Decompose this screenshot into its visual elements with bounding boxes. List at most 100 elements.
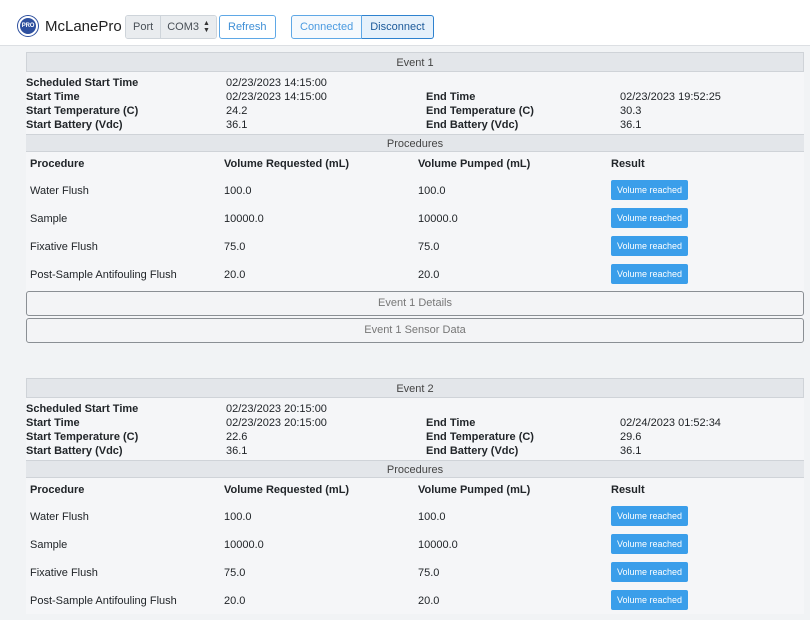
volume-pumped: 20.0 xyxy=(418,595,440,607)
connected-button[interactable]: Connected xyxy=(291,15,363,39)
volume-requested: 100.0 xyxy=(224,185,252,197)
procedure-name: Post-Sample Antifouling Flush xyxy=(30,595,177,607)
port-value: COM3 xyxy=(167,21,199,33)
connection-toggle: Connected Disconnect xyxy=(291,15,434,39)
col-procedure: Procedure xyxy=(30,484,85,496)
end-time-value: 02/24/2023 01:52:34 xyxy=(620,417,721,429)
procedure-name: Post-Sample Antifouling Flush xyxy=(30,269,177,281)
result-badge[interactable]: Volume reached xyxy=(611,562,689,582)
start-battery-label: Start Battery (Vdc) xyxy=(26,445,123,457)
table-row: Fixative Flush 75.0 75.0 Volume reached xyxy=(26,558,804,586)
col-volume-pumped: Volume Pumped (mL) xyxy=(418,484,531,496)
app-name: McLanePro xyxy=(45,17,122,35)
table-row: Fixative Flush 75.0 75.0 Volume reached xyxy=(26,232,804,260)
procedure-name: Sample xyxy=(30,213,68,225)
end-temperature-value: 29.6 xyxy=(620,431,642,443)
start-battery-value: 36.1 xyxy=(226,119,248,131)
info-row: Start Temperature (C) 22.6 End Temperatu… xyxy=(26,430,804,444)
volume-pumped: 100.0 xyxy=(418,185,446,197)
port-select[interactable]: COM3 ▲ ▼ xyxy=(161,16,216,38)
table-row: Post-Sample Antifouling Flush 20.0 20.0 … xyxy=(26,260,804,288)
procedure-name: Fixative Flush xyxy=(30,241,98,253)
start-time-value: 02/23/2023 20:15:00 xyxy=(226,417,327,429)
procedure-name: Water Flush xyxy=(30,511,89,523)
result-badge[interactable]: Volume reached xyxy=(611,506,689,526)
end-battery-label: End Battery (Vdc) xyxy=(426,445,519,457)
end-temperature-label: End Temperature (C) xyxy=(426,105,534,117)
info-row: Start Temperature (C) 24.2 End Temperatu… xyxy=(26,104,804,118)
volume-pumped: 75.0 xyxy=(418,567,440,579)
info-row: Scheduled Start Time 02/23/2023 14:15:00 xyxy=(26,76,804,90)
start-battery-value: 36.1 xyxy=(226,445,248,457)
result-badge[interactable]: Volume reached xyxy=(611,208,689,228)
info-row: Start Time 02/23/2023 14:15:00 End Time … xyxy=(26,90,804,104)
port-selector: Port COM3 ▲ ▼ xyxy=(125,15,217,39)
result-badge[interactable]: Volume reached xyxy=(611,264,689,284)
info-row: Start Time 02/23/2023 20:15:00 End Time … xyxy=(26,416,804,430)
event-panel-2: Event 2 Scheduled Start Time 02/23/2023 … xyxy=(26,378,804,614)
volume-requested: 20.0 xyxy=(224,595,246,607)
volume-pumped: 10000.0 xyxy=(418,539,458,551)
end-battery-value: 36.1 xyxy=(620,119,642,131)
start-time-label: Start Time xyxy=(26,91,80,103)
event-sensor-data-button[interactable]: Event 1 Sensor Data xyxy=(26,318,804,343)
col-result: Result xyxy=(611,484,645,496)
end-battery-value: 36.1 xyxy=(620,445,642,457)
procedures-title: Procedures xyxy=(26,134,804,152)
volume-requested: 10000.0 xyxy=(224,213,264,225)
start-temperature-value: 24.2 xyxy=(226,105,248,117)
volume-pumped: 20.0 xyxy=(418,269,440,281)
end-time-label: End Time xyxy=(426,417,476,429)
volume-requested: 20.0 xyxy=(224,269,246,281)
result-badge[interactable]: Volume reached xyxy=(611,590,689,610)
brand-logo-icon: PRO xyxy=(18,16,38,36)
table-row: Sample 10000.0 10000.0 Volume reached xyxy=(26,204,804,232)
brand: PRO McLanePro xyxy=(18,16,122,36)
col-result: Result xyxy=(611,158,645,170)
event-panel-1: Event 1 Scheduled Start Time 02/23/2023 … xyxy=(26,52,804,343)
volume-pumped: 75.0 xyxy=(418,241,440,253)
result-badge[interactable]: Volume reached xyxy=(611,534,689,554)
procedure-name: Water Flush xyxy=(30,185,89,197)
volume-requested: 75.0 xyxy=(224,241,246,253)
disconnect-button[interactable]: Disconnect xyxy=(362,15,434,39)
event-title: Event 1 xyxy=(26,52,804,72)
col-volume-requested: Volume Requested (mL) xyxy=(224,484,350,496)
end-battery-label: End Battery (Vdc) xyxy=(426,119,519,131)
select-arrows-icon: ▲ ▼ xyxy=(202,20,210,34)
volume-pumped: 100.0 xyxy=(418,511,446,523)
col-volume-requested: Volume Requested (mL) xyxy=(224,158,350,170)
end-time-value: 02/23/2023 19:52:25 xyxy=(620,91,721,103)
port-label: Port xyxy=(126,16,162,38)
info-row: Start Battery (Vdc) 36.1 End Battery (Vd… xyxy=(26,118,804,132)
event-title: Event 2 xyxy=(26,378,804,398)
volume-pumped: 10000.0 xyxy=(418,213,458,225)
top-bar: PRO McLanePro Port COM3 ▲ ▼ Refresh Conne… xyxy=(0,0,810,46)
table-row: Sample 10000.0 10000.0 Volume reached xyxy=(26,530,804,558)
volume-requested: 100.0 xyxy=(224,511,252,523)
procedure-name: Fixative Flush xyxy=(30,567,98,579)
start-time-value: 02/23/2023 14:15:00 xyxy=(226,91,327,103)
scheduled-start-label: Scheduled Start Time xyxy=(26,403,139,415)
procedures-table-header: Procedure Volume Requested (mL) Volume P… xyxy=(26,478,804,502)
start-time-label: Start Time xyxy=(26,417,80,429)
event-details-button[interactable]: Event 1 Details xyxy=(26,291,804,316)
scheduled-start-label: Scheduled Start Time xyxy=(26,77,139,89)
col-procedure: Procedure xyxy=(30,158,85,170)
result-badge[interactable]: Volume reached xyxy=(611,236,689,256)
start-temperature-value: 22.6 xyxy=(226,431,248,443)
col-volume-pumped: Volume Pumped (mL) xyxy=(418,158,531,170)
procedure-name: Sample xyxy=(30,539,68,551)
scheduled-start-value: 02/23/2023 20:15:00 xyxy=(226,403,327,415)
procedures-title: Procedures xyxy=(26,460,804,478)
info-row: Scheduled Start Time 02/23/2023 20:15:00 xyxy=(26,402,804,416)
result-badge[interactable]: Volume reached xyxy=(611,180,689,200)
info-row: Start Battery (Vdc) 36.1 End Battery (Vd… xyxy=(26,444,804,458)
end-temperature-value: 30.3 xyxy=(620,105,642,117)
volume-requested: 10000.0 xyxy=(224,539,264,551)
refresh-button[interactable]: Refresh xyxy=(219,15,276,39)
procedures-table-header: Procedure Volume Requested (mL) Volume P… xyxy=(26,152,804,176)
table-row: Post-Sample Antifouling Flush 20.0 20.0 … xyxy=(26,586,804,614)
end-temperature-label: End Temperature (C) xyxy=(426,431,534,443)
start-temperature-label: Start Temperature (C) xyxy=(26,105,139,117)
